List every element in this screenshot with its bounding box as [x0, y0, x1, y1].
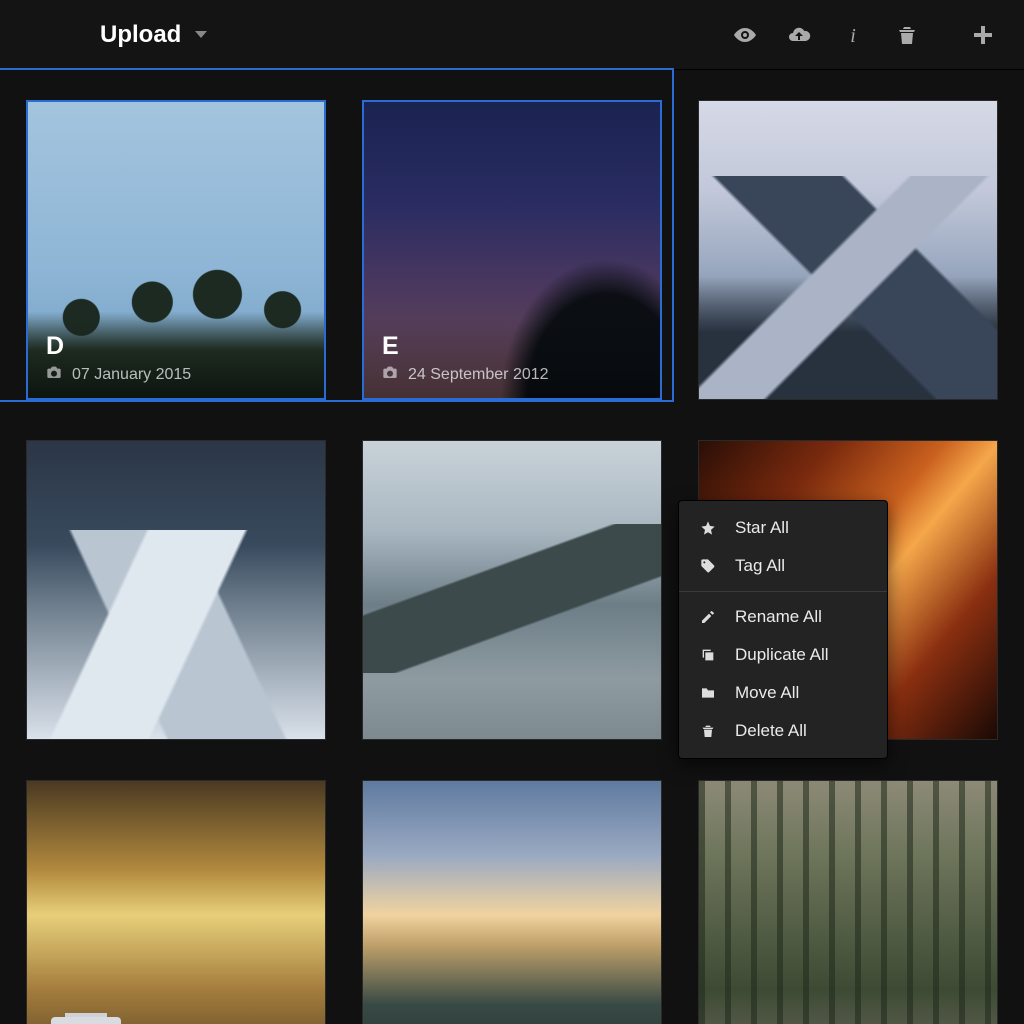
info-icon[interactable]: i: [840, 22, 866, 48]
thumbnail-date-row: 07 January 2015: [46, 365, 306, 384]
context-menu-item-label: Delete All: [735, 721, 807, 741]
plus-icon[interactable]: [970, 22, 996, 48]
camera-icon: [46, 365, 62, 384]
context-menu-item[interactable]: Rename All: [679, 598, 887, 636]
svg-text:i: i: [850, 25, 856, 47]
context-menu-item[interactable]: Star All: [679, 509, 887, 547]
star-icon: [699, 519, 717, 537]
trash-icon[interactable]: [894, 22, 920, 48]
thumbnail-image: [699, 101, 997, 399]
thumbnail[interactable]: D 07 January 2015: [26, 100, 326, 400]
context-menu-item-label: Rename All: [735, 607, 822, 627]
eye-icon[interactable]: [732, 22, 758, 48]
context-menu-item-label: Star All: [735, 518, 789, 538]
duplicate-icon: [699, 646, 717, 664]
thumbnail-title: D: [46, 332, 306, 361]
camera-icon: [382, 365, 398, 384]
thumbnail[interactable]: [26, 780, 326, 1024]
context-menu-item-label: Move All: [735, 683, 799, 703]
thumbnail[interactable]: [26, 440, 326, 740]
chevron-down-icon: [195, 31, 207, 38]
context-menu-item[interactable]: Tag All: [679, 547, 887, 585]
toolbar-icons: i: [732, 22, 996, 48]
folder-icon: [699, 684, 717, 702]
thumbnail[interactable]: [362, 780, 662, 1024]
toolbar: Upload i: [0, 0, 1024, 70]
thumbnail[interactable]: [698, 780, 998, 1024]
context-menu: Star All Tag All Rename All Duplicate All Mo…: [678, 500, 888, 759]
context-menu-item-label: Duplicate All: [735, 645, 829, 665]
thumbnail[interactable]: [362, 440, 662, 740]
context-menu-item-label: Tag All: [735, 556, 785, 576]
thumbnail-image: [27, 781, 325, 1024]
thumbnail-date-row: 24 September 2012: [382, 365, 642, 384]
trash-icon: [699, 722, 717, 740]
context-menu-item[interactable]: Delete All: [679, 712, 887, 750]
pencil-icon: [699, 608, 717, 626]
thumbnail[interactable]: E 24 September 2012: [362, 100, 662, 400]
upload-button[interactable]: Upload: [100, 21, 207, 49]
thumbnail-image: [363, 781, 661, 1024]
thumbnail-image: [699, 781, 997, 1024]
thumbnail-date: 24 September 2012: [408, 366, 549, 384]
gallery: D 07 January 2015 E 24 September 2012 Star …: [0, 70, 1024, 1024]
thumbnail-overlay: D 07 January 2015: [28, 318, 324, 398]
thumbnail-date: 07 January 2015: [72, 366, 191, 384]
upload-label: Upload: [100, 21, 181, 49]
tag-icon: [699, 557, 717, 575]
thumbnail-overlay: E 24 September 2012: [364, 318, 660, 398]
thumbnail-image: [27, 441, 325, 739]
context-menu-item[interactable]: Move All: [679, 674, 887, 712]
thumbnail-image: [363, 441, 661, 739]
upload-cloud-icon[interactable]: [786, 22, 812, 48]
context-menu-separator: [679, 591, 887, 592]
context-menu-item[interactable]: Duplicate All: [679, 636, 887, 674]
thumbnail-title: E: [382, 332, 642, 361]
thumbnail[interactable]: [698, 100, 998, 400]
